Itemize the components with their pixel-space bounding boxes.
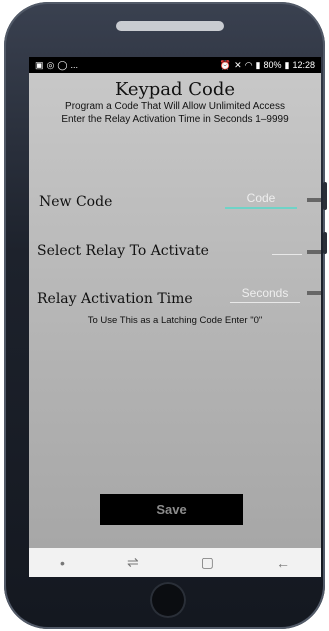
- subtitle-line-2: Enter the Relay Activation Time in Secon…: [61, 114, 289, 125]
- field-tab-marker: [307, 198, 321, 202]
- android-nav-bar: • ⇌ ▢ ←: [29, 548, 321, 577]
- signal-icon: ▮: [255, 59, 261, 70]
- relay-select-label: Select Relay To Activate: [37, 243, 209, 259]
- nav-dot-icon[interactable]: •: [60, 555, 65, 571]
- power-button: [323, 232, 327, 254]
- new-code-label: New Code: [39, 194, 113, 210]
- mute-icon: ✕: [234, 59, 242, 70]
- home-icon[interactable]: ▢: [201, 554, 214, 571]
- settings-icon: ◎: [46, 59, 55, 70]
- field-tab-marker: [307, 250, 321, 254]
- activation-time-label: Relay Activation Time: [37, 291, 193, 307]
- back-icon[interactable]: ←: [276, 555, 290, 571]
- latching-note: To Use This as a Latching Code Enter "0": [87, 315, 263, 326]
- activation-time-input[interactable]: Seconds: [230, 286, 300, 303]
- battery-level: 80%: [263, 60, 282, 70]
- field-tab-marker: [307, 291, 321, 295]
- status-ellipsis: ...: [70, 60, 78, 70]
- relay-select-field[interactable]: [272, 238, 302, 255]
- gallery-icon: ▣: [35, 59, 44, 70]
- clock: 12:28: [292, 60, 315, 70]
- whatsapp-icon: ◯: [57, 59, 68, 70]
- speaker-grille: [116, 21, 224, 31]
- volume-button: [323, 182, 327, 210]
- subtitle-line-1: Program a Code That Will Allow Unlimited…: [65, 101, 285, 112]
- home-button[interactable]: [150, 582, 186, 618]
- page-title: Keypad Code: [114, 79, 236, 100]
- save-button[interactable]: Save: [100, 494, 243, 525]
- recents-icon[interactable]: ⇌: [127, 554, 139, 571]
- phone-frame: ▣ ◎ ◯ ... ⏰ ✕ ◠ ▮ 80% ▮ 12:28 Keypad Cod…: [4, 2, 327, 629]
- status-bar: ▣ ◎ ◯ ... ⏰ ✕ ◠ ▮ 80% ▮ 12:28: [29, 57, 321, 73]
- wifi-icon: ◠: [244, 59, 253, 70]
- new-code-input[interactable]: Code: [225, 191, 297, 209]
- app-screen: ▣ ◎ ◯ ... ⏰ ✕ ◠ ▮ 80% ▮ 12:28 Keypad Cod…: [29, 57, 321, 577]
- battery-icon: ▮: [284, 59, 290, 70]
- alarm-icon: ⏰: [219, 59, 232, 70]
